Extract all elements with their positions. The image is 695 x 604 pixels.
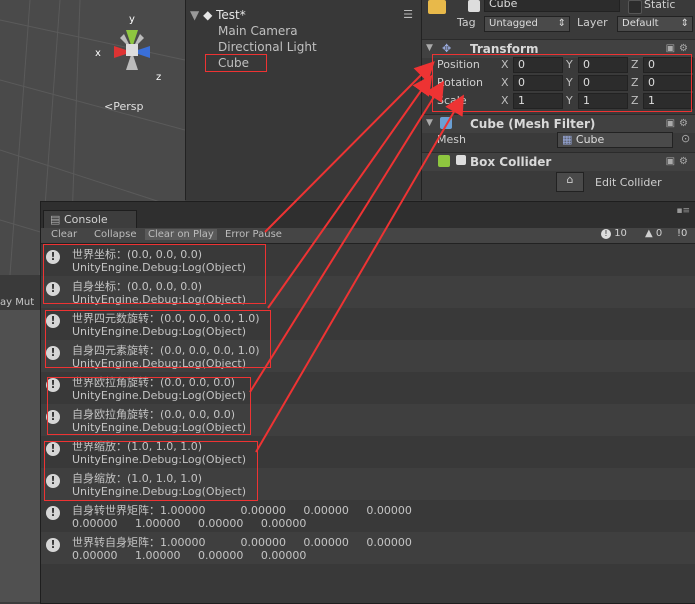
clear-on-play-toggle[interactable]: Clear on Play: [145, 229, 217, 240]
annotation-box-scale-logs: [44, 441, 258, 501]
clear-button[interactable]: Clear: [51, 229, 77, 240]
info-count-toggle[interactable]: ! 10: [601, 228, 627, 242]
layer-value: Default: [622, 18, 659, 29]
log-message: 自身转世界矩阵：1.00000 0.00000 0.00000 0.00000: [72, 504, 412, 517]
layer-label: Layer: [577, 16, 608, 29]
warning-count-toggle[interactable]: ▲ 0: [645, 228, 662, 242]
tag-dropdown[interactable]: Untagged ⇕: [484, 16, 570, 32]
annotation-box-quaternion-logs: [45, 310, 271, 368]
info-log-icon: !: [46, 506, 60, 520]
log-entry[interactable]: ! 世界转自身矩阵：1.00000 0.00000 0.00000 0.00000…: [41, 532, 695, 564]
box-collider-title: Box Collider: [470, 155, 552, 169]
inspector-panel[interactable]: Cube Static Tag Untagged ⇕ Layer Default…: [421, 0, 695, 200]
tag-value: Untagged: [489, 18, 538, 29]
static-label: Static: [644, 0, 676, 11]
window-menu-icon[interactable]: ▪≡: [676, 206, 690, 216]
info-icon: !: [601, 229, 611, 239]
fold-arrow-icon[interactable]: ▼: [426, 118, 433, 128]
dropdown-arrow-icon: ⇕: [557, 18, 566, 29]
console-log-list[interactable]: ! 世界坐标：(0.0, 0.0, 0.0) UnityEngine.Debug:L…: [41, 244, 695, 603]
dropdown-arrow-icon: ⇕: [680, 18, 689, 29]
scene-root[interactable]: ▼ ◆ Test*: [190, 8, 246, 22]
gameobject-cube-icon: [428, 0, 446, 14]
box-collider-header[interactable]: Box Collider ▣⚙: [422, 152, 695, 171]
mesh-filter-icon: [440, 117, 452, 129]
edit-collider-label: Edit Collider: [595, 176, 662, 189]
left-panel-strip: ay Mut: [0, 275, 40, 602]
mesh-value: Cube: [575, 133, 605, 146]
left-strip-text: ay Mut: [0, 297, 35, 308]
warning-icon: ▲: [645, 228, 653, 239]
log-stack: 0.00000 1.00000 0.00000 0.00000: [72, 549, 307, 562]
log-entry[interactable]: ! 自身转世界矩阵：1.00000 0.00000 0.00000 0.00000…: [41, 500, 695, 532]
box-collider-icon: [438, 155, 450, 167]
log-message: 世界转自身矩阵：1.00000 0.00000 0.00000 0.00000: [72, 536, 412, 549]
gizmo-x-label: x: [95, 48, 101, 59]
tab-console[interactable]: ▤ Console: [43, 210, 137, 229]
layer-dropdown[interactable]: Default ⇕: [617, 16, 693, 32]
expand-arrow-icon[interactable]: ▼: [190, 8, 199, 22]
gizmo-z-label: z: [156, 72, 161, 83]
unity-scene-icon: ◆: [203, 8, 213, 22]
console-window[interactable]: ▤ Console ▪≡ Clear Collapse Clear on Pla…: [40, 201, 695, 604]
object-picker-icon[interactable]: ⊙: [681, 132, 690, 145]
component-menu-icon[interactable]: ▣⚙: [666, 118, 692, 129]
annotation-box-transform: [432, 54, 692, 112]
console-icon: ▤: [50, 213, 61, 226]
tag-label: Tag: [457, 16, 476, 29]
log-stack: 0.00000 1.00000 0.00000 0.00000: [72, 517, 307, 530]
mesh-filter-title: Cube (Mesh Filter): [470, 117, 596, 131]
hierarchy-item-main-camera[interactable]: Main Camera: [218, 24, 298, 38]
annotation-box-cube: [205, 54, 267, 72]
component-menu-icon[interactable]: ▣⚙: [666, 156, 692, 167]
console-tab-label: Console: [64, 213, 108, 226]
active-checkbox[interactable]: [468, 0, 480, 12]
hierarchy-menu-icon[interactable]: ☰: [403, 8, 413, 21]
component-menu-icon[interactable]: ▣⚙: [666, 43, 692, 54]
annotation-box-euler-logs: [47, 377, 251, 435]
error-count-toggle[interactable]: !0: [677, 228, 687, 242]
info-count: 10: [614, 228, 627, 239]
projection-label: Persp: [113, 100, 144, 113]
object-name-field[interactable]: Cube: [484, 0, 620, 12]
orientation-gizmo[interactable]: y x z: [92, 10, 172, 90]
scene-name: Test*: [216, 8, 246, 22]
info-log-icon: !: [46, 538, 60, 552]
hierarchy-panel[interactable]: ▼ ◆ Test* ☰ Main Camera Directional Ligh…: [185, 0, 421, 200]
console-tabbar: ▤ Console ▪≡: [41, 202, 695, 229]
fold-arrow-icon[interactable]: ▼: [426, 43, 433, 53]
warning-count: 0: [655, 228, 663, 239]
gizmo-y-label: y: [129, 14, 135, 25]
hierarchy-item-directional-light[interactable]: Directional Light: [218, 40, 317, 54]
projection-toggle[interactable]: <Persp: [104, 100, 143, 113]
edit-collider-icon: ⌂: [566, 173, 574, 186]
error-count: 0: [681, 228, 688, 239]
mesh-field[interactable]: ▦ Cube: [557, 132, 673, 148]
mesh-label: Mesh: [437, 133, 466, 146]
error-pause-toggle[interactable]: Error Pause: [225, 229, 282, 240]
collider-enabled-checkbox[interactable]: [456, 155, 466, 165]
edit-collider-button[interactable]: ⌂: [556, 172, 584, 192]
static-checkbox[interactable]: [628, 0, 642, 14]
collapse-button[interactable]: Collapse: [94, 229, 137, 240]
mesh-asset-icon: ▦: [562, 133, 573, 146]
console-toolbar: Clear Collapse Clear on Play Error Pause…: [41, 228, 695, 244]
game-view-fragment: [0, 310, 40, 602]
annotation-box-position-logs: [43, 244, 266, 304]
mesh-filter-header[interactable]: ▼ Cube (Mesh Filter) ▣⚙: [422, 114, 695, 133]
